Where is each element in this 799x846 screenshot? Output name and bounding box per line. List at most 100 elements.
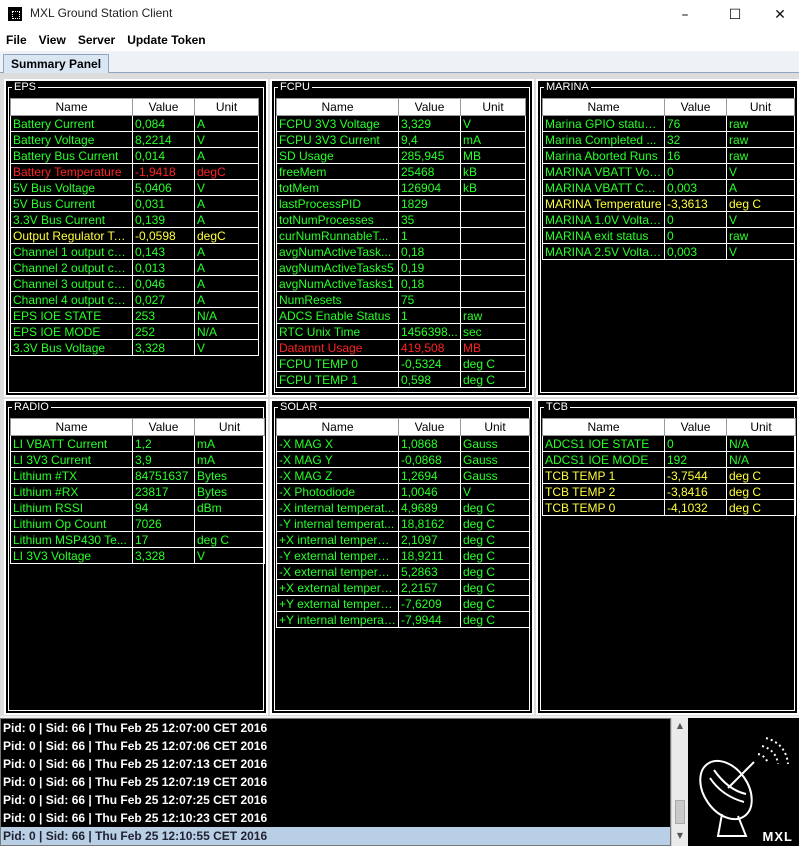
- table-row[interactable]: Lithium #RX 23817 Bytes: [10, 483, 265, 500]
- table-row[interactable]: MARINA 2.5V Voltage 0,003 V: [542, 243, 795, 260]
- table-row[interactable]: +X external tempera... 2,2157 deg C: [276, 579, 530, 596]
- column-header-name[interactable]: Name: [276, 418, 399, 436]
- table-row[interactable]: Marina Completed ... 32 raw: [542, 131, 795, 148]
- table-row[interactable]: LI 3V3 Voltage 3,328 V: [10, 547, 265, 564]
- table-row[interactable]: -X MAG X 1,0868 Gauss: [276, 435, 530, 452]
- scroll-down-icon[interactable]: ▼: [672, 828, 688, 844]
- table-row[interactable]: Battery Voltage 8,2214 V: [10, 131, 259, 148]
- close-button[interactable]: ✕: [757, 0, 799, 29]
- table-row[interactable]: Marina GPIO status ... 76 raw: [542, 115, 795, 132]
- table-row[interactable]: EPS IOE MODE 252 N/A: [10, 323, 259, 340]
- log-entry[interactable]: Pid: 0 | Sid: 66 | Thu Feb 25 12:10:23 C…: [1, 809, 670, 827]
- scroll-thumb[interactable]: [675, 800, 685, 824]
- table-row[interactable]: 5V Bus Current 0,031 A: [10, 195, 259, 212]
- table-row[interactable]: FCPU TEMP 0 -0,5324 deg C: [276, 355, 526, 372]
- table-row[interactable]: +Y internal temperat... -7,9944 deg C: [276, 611, 530, 628]
- table-row[interactable]: +X internal temperat... 2,1097 deg C: [276, 531, 530, 548]
- eps-table[interactable]: Name Value Unit Battery Current 0,084 A Batter…: [10, 98, 259, 356]
- log-entry[interactable]: Pid: 0 | Sid: 66 | Thu Feb 25 12:07:25 C…: [1, 791, 670, 809]
- table-row[interactable]: MARINA Temperature -3,3613 deg C: [542, 195, 795, 212]
- minimize-button[interactable]: –: [662, 0, 708, 29]
- table-row[interactable]: freeMem 25468 kB: [276, 163, 526, 180]
- table-row[interactable]: lastProcessPID 1829: [276, 195, 526, 212]
- menu-update-token[interactable]: Update Token: [121, 33, 211, 47]
- column-header-value[interactable]: Value: [132, 418, 195, 436]
- column-header-value[interactable]: Value: [664, 418, 727, 436]
- table-row[interactable]: EPS IOE STATE 253 N/A: [10, 307, 259, 324]
- table-row[interactable]: 5V Bus Voltage 5,0406 V: [10, 179, 259, 196]
- tab-summary-panel[interactable]: Summary Panel: [3, 54, 110, 74]
- table-row[interactable]: 3.3V Bus Voltage 3,328 V: [10, 339, 259, 356]
- table-row[interactable]: SD Usage 285,945 MB: [276, 147, 526, 164]
- log-entry[interactable]: Pid: 0 | Sid: 66 | Thu Feb 25 12:07:06 C…: [1, 737, 670, 755]
- table-row[interactable]: Lithium RSSI 94 dBm: [10, 499, 265, 516]
- marina-table[interactable]: Name Value Unit Marina GPIO status ... 76 raw…: [542, 98, 795, 260]
- table-row[interactable]: -Y internal temperat... 18,8162 deg C: [276, 515, 530, 532]
- menu-server[interactable]: Server: [72, 33, 121, 47]
- menu-file[interactable]: File: [0, 33, 33, 47]
- table-row[interactable]: -X Photodiode 1,0046 V: [276, 483, 530, 500]
- column-header-name[interactable]: Name: [10, 98, 133, 116]
- radio-table[interactable]: Name Value Unit LI VBATT Current 1,2 mA LI 3V3…: [10, 418, 265, 564]
- table-row[interactable]: NumResets 75: [276, 291, 526, 308]
- log-entry[interactable]: Pid: 0 | Sid: 66 | Thu Feb 25 12:10:55 C…: [1, 827, 670, 845]
- solar-table[interactable]: Name Value Unit -X MAG X 1,0868 Gauss -X MAG Y…: [276, 418, 530, 628]
- table-row[interactable]: FCPU TEMP 1 0,598 deg C: [276, 371, 526, 388]
- table-row[interactable]: Channel 1 output cu... 0,143 A: [10, 243, 259, 260]
- column-header-value[interactable]: Value: [398, 418, 461, 436]
- maximize-button[interactable]: ☐: [712, 0, 758, 29]
- log-entry[interactable]: Pid: 0 | Sid: 66 | Thu Feb 25 12:07:13 C…: [1, 755, 670, 773]
- table-row[interactable]: -X MAG Z 1,2694 Gauss: [276, 467, 530, 484]
- table-row[interactable]: -Y external temperat... 18,9211 deg C: [276, 547, 530, 564]
- column-header-value[interactable]: Value: [664, 98, 727, 116]
- log-entry[interactable]: Pid: 0 | Sid: 66 | Thu Feb 25 12:07:19 C…: [1, 773, 670, 791]
- log-scrollbar[interactable]: ▲ ▼: [671, 718, 688, 846]
- log-entry[interactable]: Pid: 0 | Sid: 66 | Thu Feb 25 12:07:00 C…: [1, 719, 670, 737]
- table-row[interactable]: Battery Bus Current 0,014 A: [10, 147, 259, 164]
- table-row[interactable]: MARINA VBATT Curr... 0,003 A: [542, 179, 795, 196]
- table-row[interactable]: Lithium MSP430 Te... 17 deg C: [10, 531, 265, 548]
- table-row[interactable]: LI VBATT Current 1,2 mA: [10, 435, 265, 452]
- column-header-unit[interactable]: Unit: [726, 98, 795, 116]
- table-row[interactable]: Datamnt Usage 419,508 MB: [276, 339, 526, 356]
- column-header-unit[interactable]: Unit: [460, 98, 526, 116]
- table-row[interactable]: totMem 126904 kB: [276, 179, 526, 196]
- table-row[interactable]: ADCS1 IOE STATE 0 N/A: [542, 435, 796, 452]
- column-header-unit[interactable]: Unit: [194, 418, 265, 436]
- table-row[interactable]: Lithium #TX 84751637 Bytes: [10, 467, 265, 484]
- column-header-value[interactable]: Value: [398, 98, 461, 116]
- fcpu-table[interactable]: Name Value Unit FCPU 3V3 Voltage 3,329 V FCPU …: [276, 98, 526, 388]
- scroll-up-icon[interactable]: ▲: [672, 718, 688, 734]
- column-header-name[interactable]: Name: [276, 98, 399, 116]
- table-row[interactable]: avgNumActiveTasks5 0,19: [276, 259, 526, 276]
- column-header-name[interactable]: Name: [542, 418, 665, 436]
- table-row[interactable]: Battery Temperature -1,9418 degC: [10, 163, 259, 180]
- table-row[interactable]: Channel 4 output cu... 0,027 A: [10, 291, 259, 308]
- table-row[interactable]: -X external temperat... 5,2863 deg C: [276, 563, 530, 580]
- table-row[interactable]: +Y external tempera... -7,6209 deg C: [276, 595, 530, 612]
- column-header-unit[interactable]: Unit: [194, 98, 259, 116]
- table-row[interactable]: 3.3V Bus Current 0,139 A: [10, 211, 259, 228]
- table-row[interactable]: avgNumActiveTasks1 0,18: [276, 275, 526, 292]
- table-row[interactable]: FCPU 3V3 Voltage 3,329 V: [276, 115, 526, 132]
- tcb-table[interactable]: Name Value Unit ADCS1 IOE STATE 0 N/A ADCS1 IO…: [542, 418, 796, 516]
- table-row[interactable]: Marina Aborted Runs 16 raw: [542, 147, 795, 164]
- table-row[interactable]: Channel 2 output cu... 0,013 A: [10, 259, 259, 276]
- packet-log[interactable]: Pid: 0 | Sid: 66 | Thu Feb 25 12:07:00 C…: [0, 718, 671, 846]
- table-row[interactable]: Lithium Op Count 7026: [10, 515, 265, 532]
- column-header-value[interactable]: Value: [132, 98, 195, 116]
- table-row[interactable]: RTC Unix Time 1456398... sec: [276, 323, 526, 340]
- table-row[interactable]: Output Regulator Te... -0,0598 degC: [10, 227, 259, 244]
- table-row[interactable]: TCB TEMP 0 -4,1032 deg C: [542, 499, 796, 516]
- table-row[interactable]: totNumProcesses 35: [276, 211, 526, 228]
- menu-view[interactable]: View: [33, 33, 72, 47]
- table-row[interactable]: ADCS1 IOE MODE 192 N/A: [542, 451, 796, 468]
- table-row[interactable]: LI 3V3 Current 3,9 mA: [10, 451, 265, 468]
- column-header-unit[interactable]: Unit: [460, 418, 530, 436]
- table-row[interactable]: MARINA VBATT Volt... 0 V: [542, 163, 795, 180]
- table-row[interactable]: MARINA exit status 0 raw: [542, 227, 795, 244]
- column-header-name[interactable]: Name: [10, 418, 133, 436]
- table-row[interactable]: FCPU 3V3 Current 9,4 mA: [276, 131, 526, 148]
- table-row[interactable]: Channel 3 output cu... 0,046 A: [10, 275, 259, 292]
- table-row[interactable]: avgNumActiveTask... 0,18: [276, 243, 526, 260]
